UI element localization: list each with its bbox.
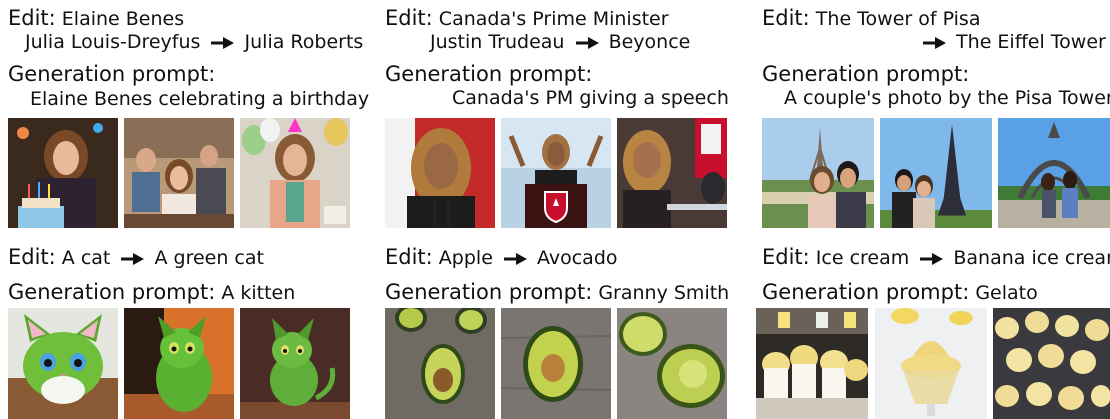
green-kitten-photo-icon <box>8 308 118 419</box>
eiffel-arch-couple-photo-icon <box>998 118 1110 228</box>
woman-portrait-photo-icon <box>385 118 495 228</box>
generation-prompt-text: A kitten <box>221 282 296 304</box>
balloon-party-photo-icon <box>240 118 350 228</box>
press-conference-photo-icon <box>617 118 727 228</box>
generation-prompt-text: Gelato <box>975 282 1038 304</box>
green-kitten-sitting-photo-icon <box>124 308 234 419</box>
podium-speech-photo-icon <box>501 118 611 228</box>
right-arrow-icon <box>120 252 145 266</box>
edit-label: Edit: <box>762 6 810 30</box>
edit-to: A green cat <box>154 247 264 269</box>
edit-from: The Tower of Pisa <box>815 8 981 30</box>
edit-label: Edit: <box>8 6 56 30</box>
edit-subject: Elaine Benes <box>61 8 185 30</box>
edit-subject: Canada's Prime Minister <box>438 8 669 30</box>
gelato-tray-photo-icon <box>993 308 1110 419</box>
edit-line: Edit: Ice cream Banana ice cream <box>762 245 1110 270</box>
edit-from: Julia Louis-Dreyfus <box>25 31 201 53</box>
edit-line: Edit: The Tower of Pisa <box>762 6 980 31</box>
generation-prompt-label: Generation prompt: <box>762 62 970 86</box>
edit-from: Apple <box>438 247 493 269</box>
generation-prompt-label: Generation prompt: <box>8 62 216 86</box>
right-arrow-icon <box>210 36 235 50</box>
right-arrow-icon <box>922 36 946 50</box>
generation-prompt-line: Generation prompt: A kitten <box>8 280 295 305</box>
edit-from: A cat <box>61 247 111 269</box>
generation-prompt-label: Generation prompt: <box>762 280 970 304</box>
avocado-wood-photo-icon <box>501 308 611 419</box>
edit-line: Edit: Apple Avocado <box>385 245 618 270</box>
edit-to: Banana ice cream <box>953 247 1110 269</box>
generation-prompt-text: Elaine Benes celebrating a birthday <box>30 88 370 110</box>
eiffel-couple-photo-icon <box>762 118 874 228</box>
gelato-cups-photo-icon <box>756 308 868 419</box>
edit-to: Beyonce <box>608 31 691 53</box>
edit-label: Edit: <box>385 245 433 269</box>
edit-to: The Eiffel Tower <box>956 31 1106 53</box>
generation-prompt-text: Canada's PM giving a speech <box>452 87 729 109</box>
edit-line: Edit: Elaine Benes <box>8 6 184 31</box>
living-room-party-photo-icon <box>124 118 234 228</box>
green-kitten-dark-photo-icon <box>240 308 350 419</box>
avocado-halves-photo-icon <box>385 308 495 419</box>
right-arrow-icon <box>919 252 944 266</box>
edit-mapping: Julia Louis-Dreyfus Julia Roberts <box>25 30 363 54</box>
edit-mapping: The Eiffel Tower <box>918 30 1106 54</box>
avocado-closeup-photo-icon <box>617 308 727 419</box>
generation-prompt-line: Generation prompt: Granny Smith <box>385 280 729 305</box>
right-arrow-icon <box>503 252 527 266</box>
generation-prompt-label: Generation prompt: <box>385 62 593 86</box>
edit-label: Edit: <box>8 245 56 269</box>
edit-from: Ice cream <box>815 247 910 269</box>
edit-from: Justin Trudeau <box>430 31 565 53</box>
eiffel-tower-couple-photo-icon <box>880 118 992 228</box>
edit-mapping: Justin Trudeau Beyonce <box>430 30 690 54</box>
edit-to: Julia Roberts <box>244 31 364 53</box>
generation-prompt-line: Generation prompt: Gelato <box>762 280 1038 305</box>
gelato-glass-photo-icon <box>875 308 987 419</box>
generation-prompt-text: A couple's photo by the Pisa Tower <box>784 87 1110 109</box>
edit-label: Edit: <box>762 245 810 269</box>
generation-prompt-text: Granny Smith <box>598 282 730 304</box>
birthday-party-photo-icon <box>8 118 118 228</box>
generation-prompt-label: Generation prompt: <box>8 280 216 304</box>
right-arrow-icon <box>575 36 599 50</box>
edit-label: Edit: <box>385 6 433 30</box>
edit-line: Edit: A cat A green cat <box>8 245 264 270</box>
generation-prompt-label: Generation prompt: <box>385 280 593 304</box>
edit-line: Edit: Canada's Prime Minister <box>385 6 669 31</box>
edit-to: Avocado <box>536 247 618 269</box>
